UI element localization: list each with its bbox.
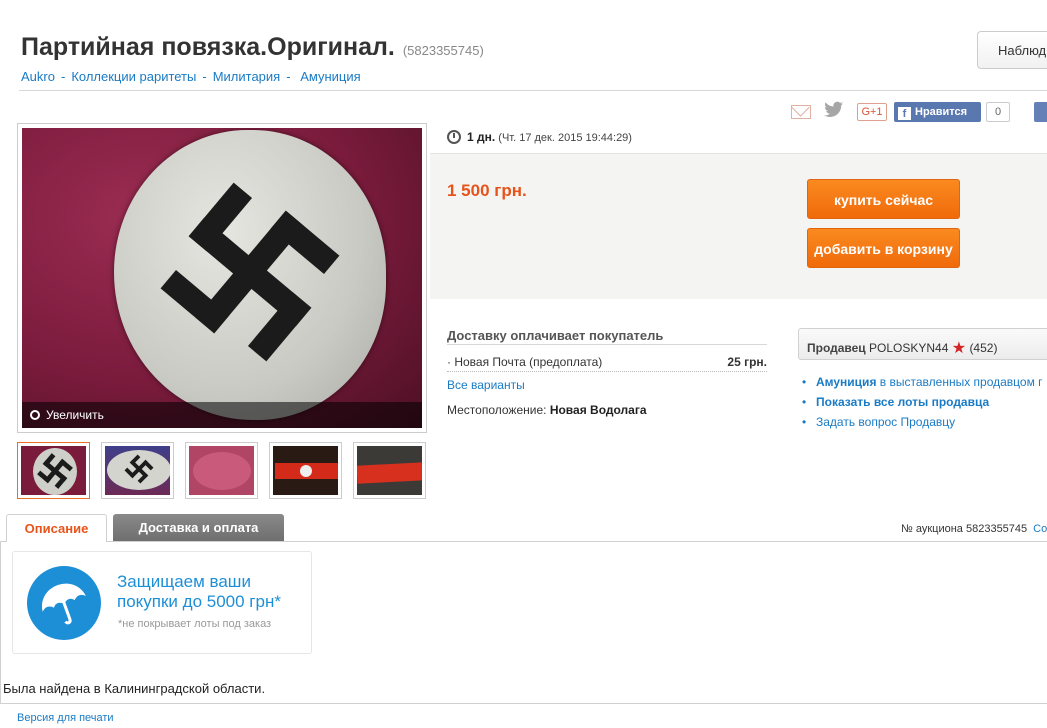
shipping-method: Новая Почта (предоплата) — [454, 355, 603, 369]
thumbnail-1[interactable] — [17, 442, 90, 499]
seller-name[interactable]: POLOSKYN44 — [869, 341, 948, 355]
breadcrumb-aukro[interactable]: Aukro — [21, 69, 55, 84]
show-all-lots-link[interactable]: Показать все лоты продавца — [816, 395, 989, 409]
star-icon: ★ — [951, 340, 967, 357]
armband-photo: Увеличить — [22, 128, 422, 428]
shipping-dotted-divider — [447, 371, 767, 372]
tab-description[interactable]: Описание — [6, 514, 107, 542]
protection-line-1: Защищаем ваши — [117, 572, 251, 591]
zoom-bar[interactable]: Увеличить — [22, 402, 422, 428]
shipping-divider — [447, 344, 767, 345]
umbrella-icon — [27, 566, 101, 640]
breadcrumb-ammunition[interactable]: Амуниция — [300, 69, 360, 84]
google-plus-button[interactable]: G+1 — [857, 103, 887, 121]
armband-emblem-icon — [160, 182, 340, 362]
location-label: Местоположение: — [447, 403, 547, 417]
seller-category-rest[interactable]: в выставленных продавцом г — [880, 375, 1043, 389]
description-text: Была найдена в Калининградской области. — [3, 681, 266, 696]
facebook-like-label: Нравится — [915, 106, 968, 118]
auction-number: № аукциона 5823355745 Co — [901, 523, 1047, 535]
protection-note: *не покрывает лоты под заказ — [118, 618, 272, 630]
seller-link-ask[interactable]: Задать вопрос Продавцу — [802, 412, 1043, 432]
breadcrumb-separator: - — [60, 69, 66, 84]
mail-icon[interactable] — [791, 105, 811, 119]
breadcrumb: Aukro - Коллекции раритеты - Милитария - Амун… — [21, 69, 361, 84]
shipping-title: Доставку оплачивает покупатель — [447, 328, 664, 343]
breadcrumb-separator: - — [286, 69, 291, 84]
facebook-like-button[interactable]: f Нравится — [894, 102, 981, 122]
thumbnail-5[interactable] — [353, 442, 426, 499]
page-title: Партийная повязка.Оригинал. (5823355745) — [21, 33, 484, 62]
seller-box[interactable]: Продавец POLOSKYN44 ★ (452) — [798, 328, 1047, 360]
cloth-patch — [114, 130, 386, 420]
lot-id: (5823355745) — [402, 43, 484, 58]
price: 1 500 грн. — [447, 181, 527, 200]
price-panel — [430, 154, 1047, 299]
seller-link-category[interactable]: Амуниция в выставленных продавцом г — [802, 372, 1043, 392]
thumbnail-3[interactable] — [185, 442, 258, 499]
like-count: 0 — [986, 102, 1010, 122]
time-left: 1 дн. (Чт. 17 дек. 2015 19:44:29) — [447, 130, 632, 144]
facebook-icon: f — [898, 107, 911, 120]
zoom-label: Увеличить — [46, 408, 104, 422]
location: Местоположение: Новая Водолага — [447, 403, 647, 417]
twitter-icon[interactable] — [824, 101, 844, 123]
ask-seller-link[interactable]: Задать вопрос Продавцу — [816, 415, 955, 429]
print-version-link[interactable]: Версия для печати — [17, 712, 114, 724]
thumbnail-emblem-icon — [124, 454, 154, 484]
buyer-protection-card[interactable]: Защищаем ваши покупки до 5000 грн* *не п… — [12, 551, 312, 654]
seller-label: Продавец — [807, 341, 866, 355]
lot-title: Партийная повязка.Оригинал. — [21, 33, 395, 61]
end-date: (Чт. 17 дек. 2015 19:44:29) — [498, 132, 632, 144]
location-value: Новая Водолага — [549, 403, 647, 417]
shipping-option: · Новая Почта (предоплата) 25 грн. — [447, 355, 767, 369]
seller-link-all-lots[interactable]: Показать все лоты продавца — [802, 392, 1043, 412]
share-button[interactable] — [1034, 102, 1047, 122]
header-divider — [19, 90, 1047, 91]
thumbnail-emblem-icon — [37, 453, 73, 489]
buy-now-button[interactable]: купить сейчас — [807, 179, 960, 219]
main-photo[interactable]: Увеличить — [17, 123, 427, 433]
breadcrumb-collections[interactable]: Коллекции раритеты — [71, 69, 196, 84]
thumbnail-4[interactable] — [269, 442, 342, 499]
seller-rating: (452) — [969, 341, 998, 355]
auction-number-text: № аукциона 5823355745 — [901, 523, 1028, 535]
protection-headline: Защищаем ваши покупки до 5000 грн* — [117, 572, 281, 612]
breadcrumb-militaria[interactable]: Милитария — [213, 69, 281, 84]
magnifier-icon — [30, 410, 40, 420]
seller-category-link[interactable]: Амуниция — [816, 375, 876, 389]
add-to-cart-button[interactable]: добавить в корзину — [807, 228, 960, 268]
breadcrumb-separator: - — [202, 69, 207, 84]
protection-line-2: покупки до 5000 грн* — [117, 592, 281, 611]
tab-shipping-payment[interactable]: Доставка и оплата — [113, 514, 284, 541]
stopwatch-icon — [447, 130, 461, 144]
time-remaining: 1 дн. — [467, 130, 496, 144]
auction-more-link[interactable]: Co — [1033, 523, 1047, 535]
all-variants-link[interactable]: Все варианты — [447, 378, 525, 392]
shipping-cost: 25 грн. — [727, 355, 767, 369]
thumbnail-2[interactable] — [101, 442, 174, 499]
seller-links: Амуниция в выставленных продавцом г Пока… — [802, 372, 1043, 432]
watch-button[interactable]: Наблюд — [977, 31, 1047, 69]
